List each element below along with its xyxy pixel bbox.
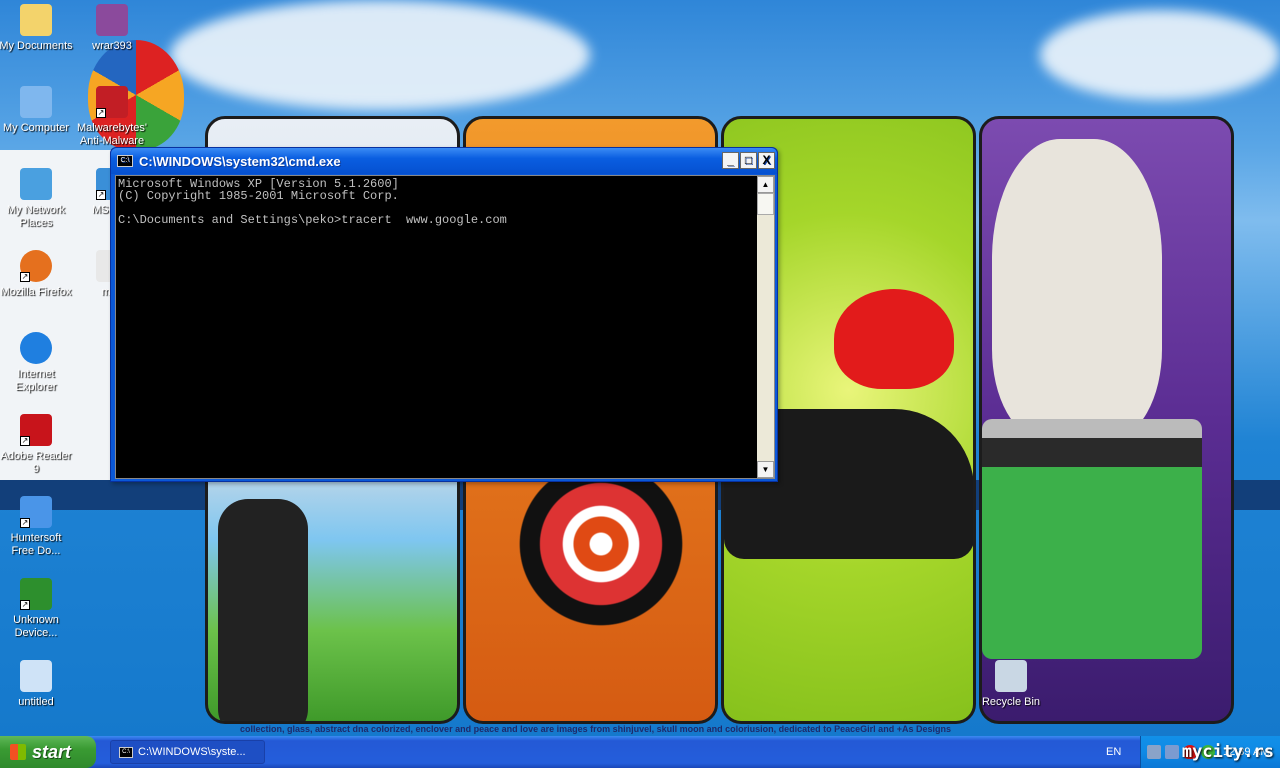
desktop-icon-internet-explorer[interactable]: Internet Explorer (0, 332, 74, 394)
taskbar: start C:\ C:\WINDOWS\syste... EN 12:39 AM… (0, 736, 1280, 768)
peace-hand-art (992, 139, 1162, 439)
magic-hat-art (982, 419, 1202, 659)
desktop-icon-my-network-places[interactable]: My Network Places (0, 168, 74, 230)
scroll-up-button[interactable]: ▲ (757, 176, 774, 193)
cmd-title-bar[interactable]: C:\ C:\WINDOWS\system32\cmd.exe _ □ X (111, 148, 777, 174)
icon-label: My Network Places (6, 204, 66, 229)
my-computer-icon (20, 86, 52, 118)
desktop-icon-wrar393[interactable]: wrar393 (74, 4, 150, 53)
icon-label: untitled (18, 696, 54, 708)
firefox-icon: ↗ (20, 250, 52, 282)
language-indicator[interactable]: EN (1106, 746, 1121, 758)
network-places-icon (20, 168, 52, 200)
icon-label: Recycle Bin (981, 696, 1041, 708)
internet-explorer-icon (20, 332, 52, 364)
maximize-button[interactable]: □ (740, 152, 757, 169)
scroll-thumb[interactable] (757, 193, 774, 215)
desktop-icon-unknown-device[interactable]: ↗ Unknown Device... (0, 578, 74, 640)
watermark: mycity.rs (1181, 742, 1274, 762)
wallpaper-credits: collection, glass, abstract dna colorize… (240, 724, 951, 734)
close-button[interactable]: X (758, 152, 775, 169)
huntersoft-icon: ↗ (20, 496, 52, 528)
desktop-icon-recycle-bin[interactable]: Recycle Bin (973, 660, 1049, 709)
shortcut-arrow-icon: ↗ (96, 108, 106, 118)
cmd-window[interactable]: C:\ C:\WINDOWS\system32\cmd.exe _ □ X Mi… (110, 147, 778, 482)
shortcut-arrow-icon: ↗ (20, 436, 30, 446)
desktop-icon-firefox[interactable]: ↗ Mozilla Firefox (0, 250, 74, 299)
shortcut-arrow-icon: ↗ (20, 272, 30, 282)
shortcut-arrow-icon: ↗ (96, 190, 106, 200)
icon-label: Huntersoft Free Do... (10, 532, 62, 557)
cloud (170, 0, 590, 110)
console-output: Microsoft Windows XP [Version 5.1.2600] … (118, 177, 507, 227)
malwarebytes-icon: ↗ (96, 86, 128, 118)
system-tray: 12:39 AM mycity.rs (1140, 736, 1280, 768)
minimize-button[interactable]: _ (722, 152, 739, 169)
icon-label: Malwarebytes' Anti-Malware (77, 122, 147, 147)
desktop-icon-my-computer[interactable]: My Computer (0, 86, 74, 135)
cloud (1040, 10, 1280, 100)
shortcut-arrow-icon: ↗ (20, 600, 30, 610)
windows-flag-icon (10, 744, 26, 760)
paint-file-icon (20, 660, 52, 692)
scroll-down-button[interactable]: ▼ (757, 461, 774, 478)
start-button[interactable]: start (0, 736, 96, 768)
start-label: start (32, 741, 72, 762)
shortcut-arrow-icon: ↗ (20, 518, 30, 528)
desktop-icon-huntersoft[interactable]: ↗ Huntersoft Free Do... (0, 496, 74, 558)
taskbar-item-cmd[interactable]: C:\ C:\WINDOWS\syste... (110, 740, 265, 764)
desktop-icon-untitled[interactable]: untitled (0, 660, 74, 709)
cmd-icon: C:\ (119, 746, 133, 758)
vertical-scrollbar[interactable]: ▲ ▼ (757, 176, 774, 478)
icon-label: Mozilla Firefox (0, 286, 72, 298)
desktop-icon-my-documents[interactable]: My Documents (0, 4, 74, 53)
legs-art (218, 499, 308, 721)
desktop-icon-adobe-reader[interactable]: ↗ Adobe Reader 9 (0, 414, 74, 476)
winrar-icon (96, 4, 128, 36)
desktop-icon-malwarebytes[interactable]: ↗ Malwarebytes' Anti-Malware (74, 86, 150, 148)
icon-label: My Documents (0, 40, 73, 52)
icon-label: My Computer (2, 122, 70, 134)
icon-label: Internet Explorer (15, 368, 57, 393)
cmd-icon: C:\ (117, 155, 133, 167)
icon-label: Adobe Reader 9 (0, 450, 72, 475)
my-documents-icon (20, 4, 52, 36)
icon-label: Unknown Device... (13, 614, 59, 639)
network-disconnected-icon[interactable] (1147, 745, 1161, 759)
recycle-bin-icon (995, 660, 1027, 692)
adobe-reader-icon: ↗ (20, 414, 52, 446)
icon-label: wrar393 (92, 40, 132, 52)
window-title: C:\WINDOWS\system32\cmd.exe (139, 153, 341, 169)
heart-art (834, 289, 954, 389)
task-label: C:\WINDOWS\syste... (138, 746, 246, 758)
console-area[interactable]: Microsoft Windows XP [Version 5.1.2600] … (115, 175, 775, 479)
network-icon[interactable] (1165, 745, 1179, 759)
desktop: My Documents wrar393 My Computer ↗ Malwar… (0, 0, 1280, 736)
device-icon: ↗ (20, 578, 52, 610)
wallpaper-panel-magic-hat (979, 116, 1234, 724)
